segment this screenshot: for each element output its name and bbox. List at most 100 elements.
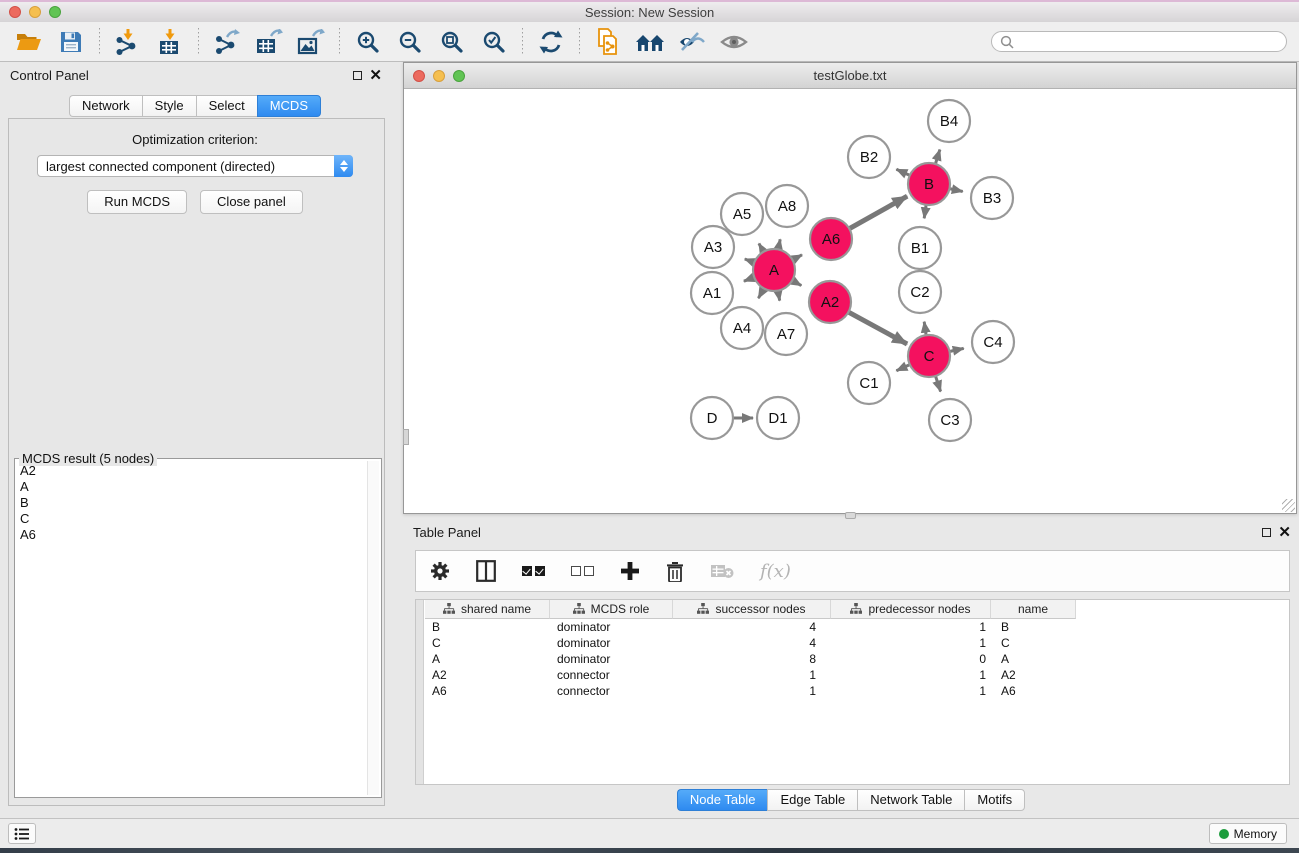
cell[interactable]: connector [550, 667, 673, 683]
result-item[interactable]: C [20, 511, 365, 527]
tab-style[interactable]: Style [142, 95, 196, 117]
close-panel-icon[interactable]: ✕ [369, 71, 382, 80]
search-input[interactable] [1014, 35, 1278, 49]
duplicate-network-icon[interactable] [593, 27, 623, 57]
close-panel-button[interactable]: Close panel [200, 190, 303, 214]
cell[interactable]: 0 [831, 651, 991, 667]
tab-node-table[interactable]: Node Table [677, 789, 768, 811]
float-panel-icon[interactable] [353, 71, 362, 80]
cell[interactable]: 1 [673, 683, 831, 699]
graph-node-A5[interactable]: A5 [721, 193, 763, 235]
graph-node-C[interactable]: C [908, 335, 950, 377]
graph-edge-C-C1[interactable] [896, 365, 909, 371]
result-item[interactable]: A [20, 479, 365, 495]
cell[interactable]: dominator [550, 651, 673, 667]
open-session-icon[interactable] [14, 27, 44, 57]
tab-edge-table[interactable]: Edge Table [767, 789, 857, 811]
cell[interactable]: 4 [673, 635, 831, 651]
graph-edge-B-B3[interactable] [950, 189, 963, 192]
add-column-icon[interactable] [620, 561, 640, 581]
column-header-name[interactable]: name [991, 600, 1076, 619]
cell[interactable]: dominator [550, 619, 673, 635]
export-network-icon[interactable] [212, 27, 242, 57]
cell[interactable]: A [991, 651, 1076, 667]
graph-node-D1[interactable]: D1 [757, 397, 799, 439]
column-header-successor-nodes[interactable]: successor nodes [673, 600, 831, 619]
graph-node-B2[interactable]: B2 [848, 136, 890, 178]
cell[interactable]: A2 [991, 667, 1076, 683]
result-scrollbar[interactable] [367, 461, 379, 795]
delete-icon[interactable] [666, 561, 684, 582]
graph-node-C4[interactable]: C4 [972, 321, 1014, 363]
cell[interactable]: 1 [831, 683, 991, 699]
graph-edge-C-C3[interactable] [936, 376, 941, 392]
save-session-icon[interactable] [56, 27, 86, 57]
graph-node-B4[interactable]: B4 [928, 100, 970, 142]
table-row-A2[interactable]: A2connector11A2 [425, 667, 1076, 683]
graph-node-B[interactable]: B [908, 163, 950, 205]
graph-node-D[interactable]: D [691, 397, 733, 439]
home-icon[interactable] [635, 27, 665, 57]
graph-edge-A-A7[interactable] [778, 291, 780, 301]
network-window-titlebar[interactable]: testGlobe.txt [404, 63, 1296, 89]
cell[interactable]: A [425, 651, 550, 667]
graph-edge-A6-B[interactable] [849, 196, 907, 229]
graph-edge-A2-C[interactable] [848, 312, 907, 344]
cell[interactable]: connector [550, 683, 673, 699]
graph-node-B1[interactable]: B1 [899, 227, 941, 269]
network-graph[interactable]: B4B2BB3A8A5A6A3B1AA1C2A2A4A7C4CC1C3DD1 [405, 89, 1295, 512]
tab-network[interactable]: Network [69, 95, 142, 117]
zoom-selected-icon[interactable] [479, 27, 509, 57]
graph-node-A7[interactable]: A7 [765, 313, 807, 355]
task-history-button[interactable] [8, 823, 36, 844]
zoom-fit-icon[interactable] [437, 27, 467, 57]
table-row-C[interactable]: Cdominator41C [425, 635, 1076, 651]
cell[interactable]: 1 [831, 635, 991, 651]
cell[interactable]: 4 [673, 619, 831, 635]
graph-node-A1[interactable]: A1 [691, 272, 733, 314]
graph-edge-A-A6[interactable] [792, 255, 802, 260]
cell[interactable]: C [991, 635, 1076, 651]
cell[interactable]: C [425, 635, 550, 651]
cell[interactable]: A2 [425, 667, 550, 683]
hide-selected-icon[interactable] [677, 27, 707, 57]
select-all-icon[interactable] [522, 566, 545, 576]
graph-edge-C-C4[interactable] [950, 348, 964, 351]
cell[interactable]: A6 [425, 683, 550, 699]
graph-edge-B-B4[interactable] [935, 150, 940, 164]
tab-motifs[interactable]: Motifs [964, 789, 1025, 811]
splitter-handle-left[interactable] [403, 429, 409, 445]
graph-node-A6[interactable]: A6 [810, 218, 852, 260]
graph-edge-C-C2[interactable] [924, 322, 926, 336]
cell[interactable]: A6 [991, 683, 1076, 699]
show-all-icon[interactable] [719, 27, 749, 57]
cell[interactable]: 8 [673, 651, 831, 667]
graph-node-B3[interactable]: B3 [971, 177, 1013, 219]
tab-select[interactable]: Select [196, 95, 257, 117]
table-row-A[interactable]: Adominator80A [425, 651, 1076, 667]
cell[interactable]: 1 [673, 667, 831, 683]
graph-edge-A-A2[interactable] [792, 280, 801, 285]
mcds-result-list[interactable]: A2ABCA6 [20, 463, 365, 795]
graph-edge-A-A3[interactable] [745, 259, 755, 263]
export-image-icon[interactable] [296, 27, 326, 57]
result-item[interactable]: A6 [20, 527, 365, 543]
export-table-icon[interactable] [254, 27, 284, 57]
deselect-all-icon[interactable] [571, 566, 594, 576]
refresh-icon[interactable] [536, 27, 566, 57]
cell[interactable]: B [991, 619, 1076, 635]
zoom-out-icon[interactable] [395, 27, 425, 57]
graph-node-C3[interactable]: C3 [929, 399, 971, 441]
search-box[interactable] [991, 31, 1287, 52]
column-header-MCDS-role[interactable]: MCDS role [550, 600, 673, 619]
cell[interactable]: 1 [831, 619, 991, 635]
memory-button[interactable]: Memory [1209, 823, 1287, 844]
graph-edge-B-B1[interactable] [924, 205, 926, 219]
resize-grip-icon[interactable] [1282, 499, 1295, 512]
graph-node-A3[interactable]: A3 [692, 226, 734, 268]
cell[interactable]: B [425, 619, 550, 635]
close-panel-icon[interactable]: ✕ [1278, 528, 1291, 537]
graph-node-C2[interactable]: C2 [899, 271, 941, 313]
import-table-icon[interactable] [155, 27, 185, 57]
split-view-icon[interactable] [476, 560, 496, 582]
